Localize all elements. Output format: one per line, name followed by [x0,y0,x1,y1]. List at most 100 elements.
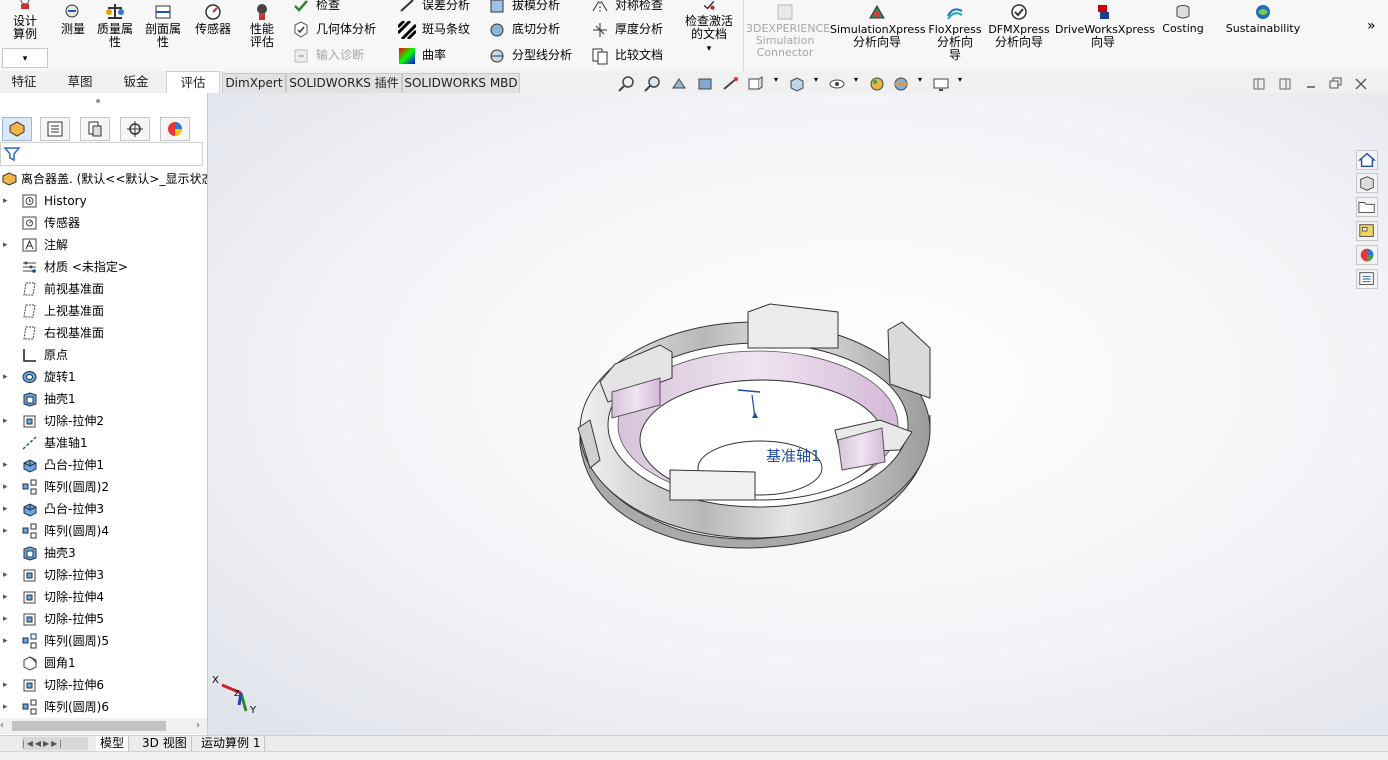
window-tile-right-icon[interactable] [1276,76,1294,92]
task-pane-design-library-button[interactable] [1356,173,1378,193]
expand-arrow-icon[interactable]: ▸ [3,454,11,476]
expand-arrow-icon[interactable]: ▸ [3,608,11,630]
check-active-document-button[interactable]: 检查激活的文档 ▾ [680,0,738,56]
graphics-area[interactable]: 基准轴1 X Y Z [208,93,1388,735]
tab-configuration-manager[interactable] [80,117,110,141]
tab-3d-view[interactable]: 3D 视图 [138,736,192,751]
edit-appearance-icon[interactable] [868,76,886,92]
task-pane-home-button[interactable] [1356,150,1378,170]
geometry-analysis-button[interactable]: 几何体分析 [292,18,376,40]
tab-dimxpert-manager[interactable] [120,117,150,141]
tab-dimxpert[interactable]: DimXpert [222,73,286,94]
tab-features[interactable]: 特征 [0,71,48,92]
sensor-button[interactable]: 传感器 [190,0,236,36]
scroll-right-arrow[interactable]: › [196,720,200,731]
section-properties-button[interactable]: 剖面属性 [140,0,186,49]
restore-icon[interactable] [1326,76,1344,92]
tab-solidworks-mbd[interactable]: SOLIDWORKS MBD [402,73,520,94]
thickness-analysis-button[interactable]: 厚度分析 [591,18,663,40]
performance-evaluation-button[interactable]: 性能评估 [242,0,282,49]
tab-motion-study-1[interactable]: 运动算例 1 [197,736,266,751]
display-style-icon[interactable] [788,76,806,92]
minimize-icon[interactable] [1302,76,1320,92]
dfmxpress-button[interactable]: DFMXpress 分析向导 [988,0,1050,49]
view-orientation-dropdown[interactable]: ▾ [774,75,778,84]
tab-property-manager[interactable] [40,117,70,141]
tab-evaluate[interactable]: 评估 [166,71,220,93]
close-icon[interactable] [1352,76,1370,92]
tab-solidworks-addins[interactable]: SOLIDWORKS 插件 [286,73,402,94]
draft-analysis-button[interactable]: 拔模分析 [488,0,560,16]
previous-view-icon[interactable] [670,76,688,92]
zoom-to-area-icon[interactable] [644,76,662,92]
tab-sketch[interactable]: 草图 [56,71,104,92]
undercut-analysis-button[interactable]: 底切分析 [488,18,560,40]
panel-splitter-handle[interactable] [96,99,100,103]
task-pane-custom-properties-button[interactable] [1356,269,1378,289]
parting-line-analysis-button[interactable]: 分型线分析 [488,44,572,66]
apply-scene-icon[interactable] [892,76,910,92]
apply-scene-dropdown[interactable]: ▾ [918,75,922,84]
tree-item-label: 圆角1 [44,656,76,670]
expand-arrow-icon[interactable]: ▸ [3,630,11,652]
driveworksxpress-button[interactable]: DriveWorksXpress 向导 [1055,0,1155,49]
floxpress-button[interactable]: FloXpress 分析向 导 [926,0,984,62]
measure-button[interactable]: 测量 [56,0,90,36]
sustainability-button[interactable]: Sustainability [1222,0,1304,35]
history-icon [22,194,37,208]
tree-filter-box[interactable] [0,142,203,166]
tree-item-label: 切除-拉伸5 [44,612,104,626]
scrollbar-thumb[interactable] [12,721,166,731]
costing-button[interactable]: Costing [1156,0,1210,35]
view-settings-dropdown[interactable]: ▾ [958,75,962,84]
expand-arrow-icon[interactable]: ▸ [3,190,11,212]
view-settings-icon[interactable] [932,76,950,92]
configuration-manager-icon [88,121,102,137]
task-pane-appearances-button[interactable] [1356,245,1378,265]
hide-show-dropdown[interactable]: ▾ [854,75,858,84]
design-study-dropdown[interactable]: ▾ [2,48,48,68]
zoom-to-fit-icon[interactable] [618,76,636,92]
horizontal-scrollbar[interactable]: ‹ › [0,718,207,734]
task-pane-file-explorer-button[interactable] [1356,197,1378,217]
compare-documents-button[interactable]: 比较文档 [591,44,663,66]
mass-properties-button[interactable]: 质量属性 [92,0,138,49]
command-manager-ribbon: 设计算例 ▾ 测量 质量属性 剖面属性 传感器 性能评估 检查 几何体分析 输入… [0,0,1388,72]
reference-axis-label[interactable]: 基准轴1 [766,445,821,466]
tab-model[interactable]: 模型 [96,736,130,751]
window-tile-left-icon[interactable] [1250,76,1268,92]
symmetry-check-button[interactable]: 对称检查 [591,0,663,16]
section-view-icon[interactable] [696,76,714,92]
scroll-left-arrow[interactable]: ‹ [0,720,4,731]
tab-sheet-metal[interactable]: 钣金 [112,71,160,92]
task-pane-view-palette-button[interactable] [1356,221,1378,241]
check-button[interactable]: 检查 [292,0,340,16]
expand-arrow-icon[interactable]: ▸ [3,674,11,696]
tab-display-manager[interactable] [160,117,190,141]
view-orientation-icon[interactable] [746,76,764,92]
dynamic-annotation-icon[interactable] [722,76,740,92]
expand-arrow-icon[interactable]: ▸ [3,520,11,542]
expand-arrow-icon[interactable]: ▸ [3,234,11,256]
zebra-stripes-button[interactable]: 斑马条纹 [398,18,470,40]
clutch-cover-model[interactable] [208,93,1388,735]
expand-arrow-icon[interactable]: ▸ [3,366,11,388]
hide-show-items-icon[interactable] [828,76,846,92]
expand-arrow-icon[interactable]: ▸ [3,476,11,498]
curvature-button[interactable]: 曲率 [398,44,446,66]
deviation-analysis-button[interactable]: 误差分析 [398,0,470,16]
expand-arrow-icon[interactable]: ▸ [3,586,11,608]
tab-feature-manager[interactable] [2,117,32,141]
display-style-dropdown[interactable]: ▾ [814,75,818,84]
check-active-dropdown-arrow[interactable]: ▾ [707,44,712,54]
ribbon-more-chevron[interactable]: » [1367,18,1376,34]
tab-scroll-arrows[interactable]: |◀◀▶▶| [22,737,88,750]
simulationxpress-button[interactable]: SimulationXpress 分析向导 [830,0,926,49]
expand-arrow-icon[interactable]: ▸ [3,564,11,586]
design-study-button[interactable]: 设计算例 [2,0,48,41]
expand-arrow-icon[interactable]: ▸ [3,498,11,520]
import-diagnostics-button[interactable]: 输入诊断 [292,44,364,66]
expand-arrow-icon[interactable]: ▸ [3,696,11,718]
sim-connector-button[interactable]: 3DEXPERIENCE Simulation Connector [746,0,830,59]
expand-arrow-icon[interactable]: ▸ [3,410,11,432]
